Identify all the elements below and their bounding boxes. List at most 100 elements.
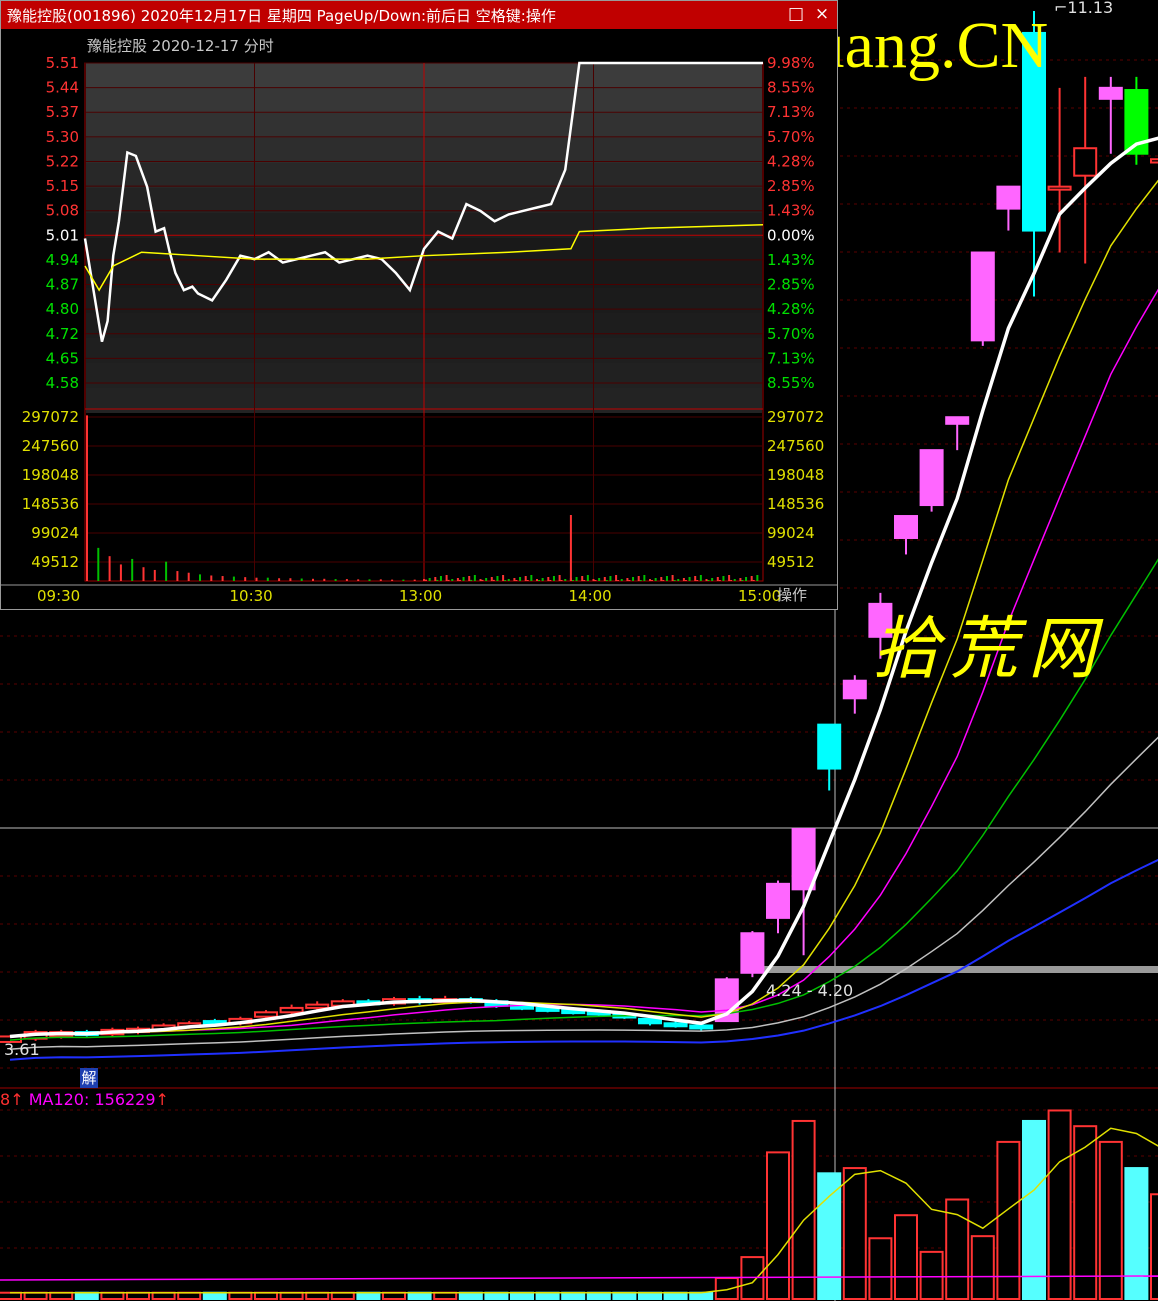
volume-tick-label: 99024 <box>767 524 815 542</box>
volume-bar <box>23 1291 48 1301</box>
volume-bar <box>842 1167 867 1301</box>
candle <box>663 1022 688 1028</box>
time-tick-label: 10:30 <box>230 587 273 605</box>
candle <box>919 449 944 507</box>
volume-bar <box>202 1291 227 1301</box>
candle <box>894 515 918 539</box>
volume-bar <box>970 1235 995 1300</box>
candle <box>689 1024 714 1030</box>
minimize-icon[interactable]: □ <box>785 3 807 25</box>
operate-button[interactable]: 操作 <box>763 584 833 606</box>
intraday-popup-window: 豫能控股(001896) 2020年12月17日 星期四 PageUp/Down… <box>0 0 838 610</box>
volume-tick-label: 148536 <box>767 495 824 513</box>
price-tick-label: 4.72 <box>46 325 79 343</box>
pct-tick-label: 5.70% <box>767 128 815 146</box>
volume-bar <box>0 1291 22 1301</box>
pct-tick-label: 8.55% <box>767 79 815 97</box>
volume-bar <box>638 1291 662 1301</box>
volume-bar <box>407 1291 432 1301</box>
price-tick-label: 5.37 <box>46 103 79 121</box>
volume-bar <box>868 1237 893 1301</box>
volume-bar <box>561 1291 586 1301</box>
candle <box>842 679 867 700</box>
candle <box>817 723 842 770</box>
pct-tick-label: 1.43% <box>767 202 815 220</box>
chart-header: 豫能控股 2020-12-17 分时 <box>87 37 274 55</box>
pct-tick-label: 4.28% <box>767 300 815 318</box>
price-tick-label: 5.51 <box>46 54 79 72</box>
pct-tick-label: 7.13% <box>767 349 815 367</box>
popup-titlebar[interactable]: 豫能控股(001896) 2020年12月17日 星期四 PageUp/Down… <box>1 1 837 29</box>
up-arrow-icon: ↑ <box>10 1090 24 1109</box>
volume-bar <box>228 1291 253 1301</box>
price-tick-label: 4.65 <box>46 349 79 367</box>
volume-tick-label: 198048 <box>22 466 79 484</box>
ma-line-gray <box>9 736 1158 1050</box>
volume-bar <box>689 1291 714 1301</box>
candle <box>945 416 970 425</box>
volume-bar <box>305 1291 330 1301</box>
close-icon[interactable]: × <box>811 3 833 25</box>
pct-tick-label: 4.28% <box>767 152 815 170</box>
volume-tick-label: 49512 <box>31 553 79 571</box>
high-price-label: ⌐11.13 <box>1054 0 1114 17</box>
volume-bar <box>356 1291 381 1301</box>
volume-bar <box>1150 1193 1158 1301</box>
volume-bar <box>126 1291 150 1301</box>
time-tick-label: 14:00 <box>569 587 612 605</box>
candle <box>279 1006 304 1014</box>
volume-bar <box>433 1291 458 1301</box>
price-tick-label: 5.01 <box>46 226 79 244</box>
volume-bar <box>1022 1119 1046 1301</box>
volume-tick-label: 49512 <box>767 553 815 571</box>
volume-bar <box>714 1277 739 1300</box>
pct-tick-label: 9.98% <box>767 54 815 72</box>
price-tick-label: 4.58 <box>46 374 79 392</box>
candle <box>970 251 995 342</box>
price-tick-label: 5.44 <box>46 79 79 97</box>
candle <box>1047 185 1072 191</box>
price-tick-label: 5.22 <box>46 152 79 170</box>
candle <box>766 882 790 919</box>
volume-bar <box>612 1291 637 1301</box>
volume-bar <box>330 1291 355 1301</box>
ma120-legend: 8↑ MA120: 156229↑ <box>0 1090 169 1109</box>
volume-bar <box>817 1172 842 1301</box>
volume-bar <box>74 1291 99 1301</box>
candle <box>305 1003 330 1009</box>
volume-tick-label: 247560 <box>22 437 79 455</box>
volume-bar <box>791 1119 816 1301</box>
low-price-label: 3.61 <box>4 1040 40 1059</box>
volume-bar <box>586 1291 611 1301</box>
watermark-brand: 拾荒网 <box>872 610 1107 689</box>
volume-tick-label: 297072 <box>767 408 824 426</box>
candle <box>1150 158 1158 164</box>
volume-bar <box>382 1291 406 1301</box>
volume-bar <box>484 1291 509 1301</box>
pct-tick-label: 0.00% <box>767 226 815 244</box>
volume-bar <box>894 1214 918 1301</box>
volume-bar <box>919 1250 944 1300</box>
price-tick-label: 4.80 <box>46 300 79 318</box>
volume-bar <box>49 1291 74 1301</box>
volume-bar <box>535 1291 560 1301</box>
unlock-badge: 解 <box>80 1068 98 1088</box>
high-price-value: 11.13 <box>1067 0 1114 17</box>
price-tick-label: 5.08 <box>46 202 79 220</box>
volume-bar <box>510 1291 534 1301</box>
pct-tick-label: 1.43% <box>767 251 815 269</box>
candle <box>638 1017 662 1025</box>
volume-tick-label: 148536 <box>22 495 79 513</box>
pct-tick-label: 7.13% <box>767 103 815 121</box>
up-arrow-icon: ↑ <box>155 1090 169 1109</box>
volume-bar <box>254 1291 278 1301</box>
candle <box>740 932 765 974</box>
volume-tick-label: 198048 <box>767 466 824 484</box>
volume-tick-label: 247560 <box>767 437 824 455</box>
intraday-chart: 豫能控股 2020-12-17 分时 5.51 5.44 5.37 5.30 5.22 5.… <box>1 37 837 605</box>
price-tick-label: 4.87 <box>46 276 79 294</box>
volume-bar <box>1124 1167 1149 1301</box>
volume-bar <box>100 1291 125 1301</box>
candle <box>791 827 816 891</box>
candle <box>1098 86 1123 100</box>
